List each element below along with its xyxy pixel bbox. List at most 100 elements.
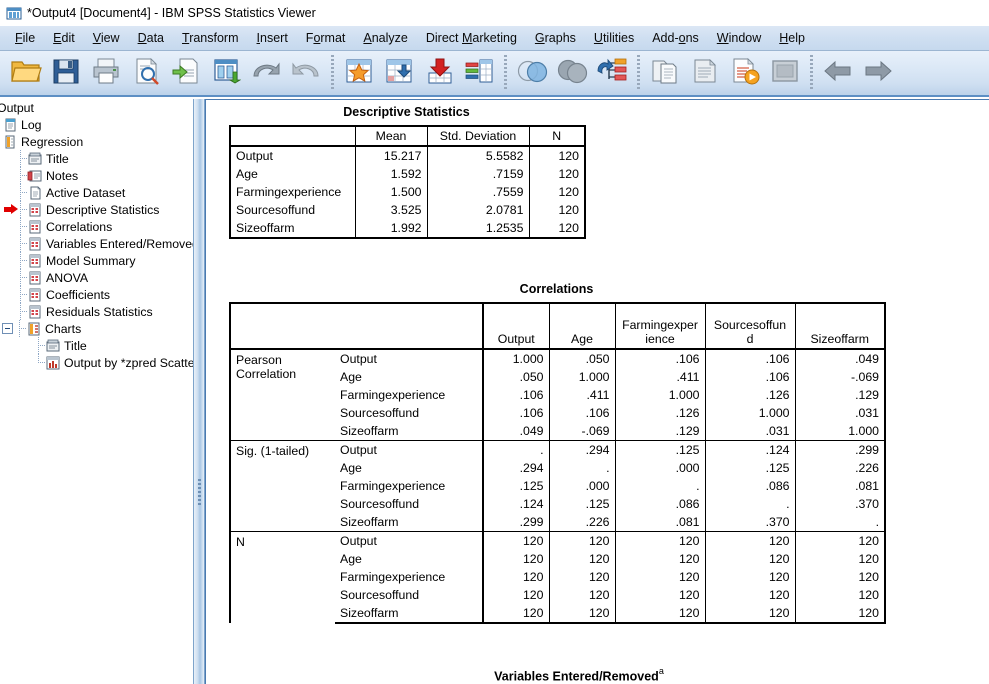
tree-item-residuals-statistics[interactable]: Residuals Statistics [0, 303, 193, 320]
dialog-recall-icon [596, 57, 628, 90]
tree-item-anova[interactable]: ANOVA [0, 269, 193, 286]
print-preview-button[interactable] [126, 53, 166, 93]
forward-button[interactable] [858, 53, 898, 93]
cell: 120 [482, 604, 550, 624]
menu-insert[interactable]: Insert [248, 28, 297, 48]
back-button[interactable] [818, 53, 858, 93]
tree-item-notes[interactable]: Notes [0, 167, 193, 184]
column-header-std-deviation: Std. Deviation [426, 125, 530, 147]
table-row: Age 1.592 .7159 120 [229, 165, 586, 183]
tree-item-variables-entered-removed[interactable]: Variables Entered/Removed [0, 235, 193, 252]
cell: .411 [614, 368, 706, 386]
notes-icon [27, 168, 43, 184]
tree-item-charts[interactable]: Charts [0, 320, 193, 337]
tree-item-correlations[interactable]: Correlations [0, 218, 193, 235]
correlations-title: Correlations [519, 282, 594, 296]
tree-item-label: Descriptive Statistics [46, 202, 160, 217]
dialog-recall-button[interactable] [592, 53, 632, 93]
menu-window[interactable]: Window [708, 28, 770, 48]
output-content-pane[interactable]: Descriptive Statistics Mean Std. Deviati… [205, 99, 989, 684]
menu-addons[interactable]: Add-ons [643, 28, 708, 48]
tree-item-label: Residuals Statistics [46, 304, 153, 319]
tree-item-chart-output-by-zpred[interactable]: Output by *zpred Scatterp [0, 354, 193, 371]
tree-item-log[interactable]: Log [0, 116, 193, 133]
cell: . [794, 513, 886, 532]
save-button[interactable] [46, 53, 86, 93]
tree-item-charts-title[interactable]: Title [0, 337, 193, 354]
cell: .086 [614, 495, 706, 513]
tree-item-label: Title [46, 151, 69, 166]
row-label: Sizeoffarm [335, 422, 484, 441]
menu-direct-marketing[interactable]: Direct Marketing [417, 28, 526, 48]
charts-expander-toggle[interactable] [2, 323, 13, 334]
tree-guide [14, 286, 27, 303]
goto-data-button[interactable] [206, 53, 246, 93]
cell: .106 [704, 348, 796, 368]
goto-case-button[interactable] [339, 53, 379, 93]
cell: 120 [482, 568, 550, 586]
tree-guide [14, 269, 27, 286]
tree-item-descriptive-statistics[interactable]: Descriptive Statistics [0, 201, 193, 218]
block-label-pearson: Pearson Correlation [229, 348, 335, 441]
redo-button[interactable] [286, 53, 326, 93]
menu-transform[interactable]: Transform [173, 28, 248, 48]
cell-sd: 5.5582 [426, 145, 530, 165]
insert-cases-button[interactable] [419, 53, 459, 93]
tree-item-output[interactable]: Output [0, 99, 193, 116]
cell: 120 [548, 604, 616, 624]
pane-splitter[interactable] [193, 99, 205, 684]
table-row: Farmingexperience 1.500 .7559 120 [229, 183, 586, 201]
row-label: Output [335, 348, 484, 368]
menu-utilities[interactable]: Utilities [585, 28, 643, 48]
table-row: Pearson Correlation Output 1.000 .050 .1… [229, 348, 886, 441]
menu-data[interactable]: Data [129, 28, 173, 48]
cell: .031 [794, 404, 886, 422]
menu-graphs[interactable]: Graphs [526, 28, 585, 48]
undo-button[interactable] [246, 53, 286, 93]
table-header-row: Mean Std. Deviation N [229, 125, 586, 147]
promote-button[interactable] [645, 53, 685, 93]
menu-view[interactable]: View [84, 28, 129, 48]
cell: .125 [548, 495, 616, 513]
print-button[interactable] [86, 53, 126, 93]
export-button[interactable] [166, 53, 206, 93]
cell: .370 [704, 513, 796, 532]
column-header-output: Output [482, 302, 550, 350]
tree-item-active-dataset[interactable]: Active Dataset [0, 184, 193, 201]
row-label: Output [335, 440, 484, 459]
demote-button[interactable] [685, 53, 725, 93]
cell: -.069 [548, 422, 616, 441]
cell: .294 [548, 440, 616, 459]
correlations-table[interactable]: Output Age Farmingexper ience Sourcesoffu… [229, 302, 886, 624]
tree-item-model-summary[interactable]: Model Summary [0, 252, 193, 269]
back-arrow-icon [822, 57, 854, 90]
row-label: Sizeoffarm [335, 513, 484, 532]
promote-icon [650, 57, 680, 90]
menu-analyze[interactable]: Analyze [354, 28, 416, 48]
descriptive-statistics-table[interactable]: Mean Std. Deviation N Output 15.217 5.55… [229, 125, 586, 239]
cell: 120 [794, 568, 886, 586]
open-file-icon [10, 56, 42, 91]
tree-item-coefficients[interactable]: Coefficients [0, 286, 193, 303]
menu-format[interactable]: Format [297, 28, 355, 48]
cell: 120 [704, 550, 796, 568]
menu-file[interactable]: File [6, 28, 44, 48]
cell-sd: .7559 [426, 183, 530, 201]
cell: 1.000 [548, 368, 616, 386]
table-icon [27, 287, 43, 303]
weight-cases-button[interactable] [552, 53, 592, 93]
row-label: Age [335, 459, 484, 477]
cell: -.069 [794, 368, 886, 386]
show-hide-button[interactable] [765, 53, 805, 93]
outline-tree-pane[interactable]: Output Log Regression Title Notes Active… [0, 99, 193, 684]
open-file-button[interactable] [6, 53, 46, 93]
tree-item-title[interactable]: Title [0, 150, 193, 167]
menu-edit[interactable]: Edit [44, 28, 84, 48]
variables-button[interactable] [379, 53, 419, 93]
split-file-button[interactable] [459, 53, 499, 93]
tree-item-regression[interactable]: Regression [0, 133, 193, 150]
menu-help[interactable]: Help [770, 28, 814, 48]
run-script-button[interactable] [725, 53, 765, 93]
select-cases-button[interactable] [512, 53, 552, 93]
cell: .106 [482, 404, 550, 422]
